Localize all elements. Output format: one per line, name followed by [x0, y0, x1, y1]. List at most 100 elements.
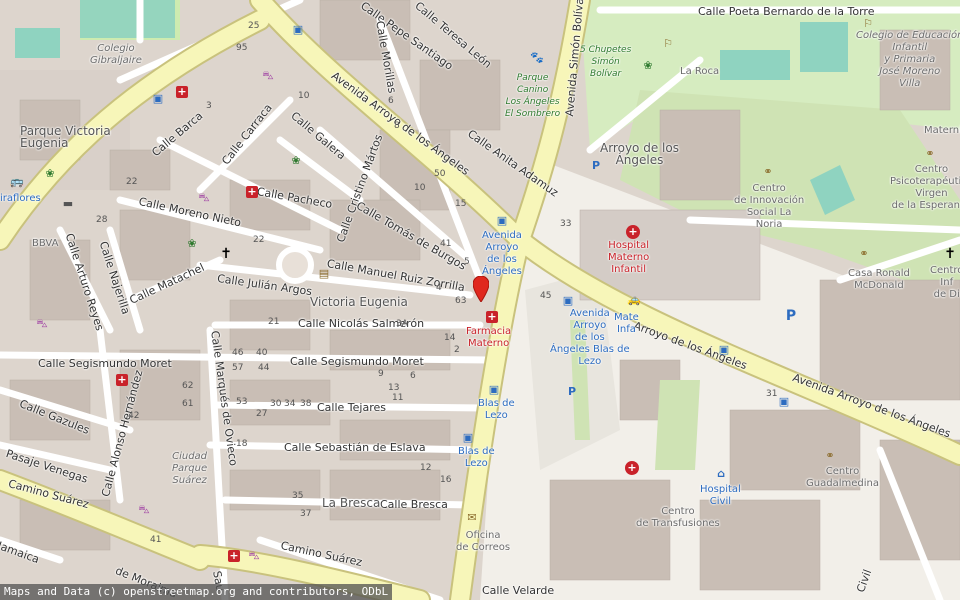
house-number: 18	[236, 439, 248, 449]
house-number: 42	[128, 411, 140, 421]
parking-icon[interactable]: P	[785, 309, 797, 323]
map-attribution[interactable]: Maps and Data (c) openstreetmap.org and …	[0, 584, 393, 600]
tree-icon: ❀	[291, 154, 301, 167]
area-label: Parque Victoria Eugenia	[20, 124, 111, 150]
house-number: 50	[434, 169, 446, 179]
library-icon[interactable]: ▤	[318, 268, 330, 280]
house-number: 2	[454, 345, 460, 355]
tree-icon: ❀	[187, 237, 197, 250]
house-number: 6	[388, 96, 394, 106]
house-number: 35	[292, 491, 304, 501]
area-label: Arroyo de los Ángeles	[600, 141, 679, 167]
street-label: Calle Bresca	[380, 498, 448, 511]
poi-label: Centro Guadalmedina	[806, 466, 879, 489]
community-center-icon[interactable]: ⚭	[762, 166, 774, 178]
street-label: Calle Poeta Bernardo de la Torre	[698, 5, 875, 18]
shop-icon[interactable]: ⛍	[262, 70, 274, 82]
house-number: 31	[766, 389, 778, 399]
poi-label: Centro Psicoterapéutico Virgen de la Esp…	[890, 164, 960, 211]
house-number: 44	[258, 363, 270, 373]
bus-stop-icon[interactable]: ▣	[488, 384, 500, 396]
dog-park-icon[interactable]: 🐾	[530, 52, 544, 64]
location-marker-icon[interactable]	[473, 276, 489, 302]
shop-icon[interactable]: ⛍	[248, 550, 260, 562]
bank-icon[interactable]: ▬	[62, 198, 74, 210]
shop-icon[interactable]: ⛍	[138, 504, 150, 516]
poi-label: Casa Ronald McDonald	[848, 268, 910, 291]
poi-label: 5 Chupetes Simón Bolívar	[580, 45, 632, 79]
school-icon[interactable]: ⚐	[862, 18, 874, 30]
house-number: 62	[182, 381, 194, 391]
poi-label: Ciudad Parque Suárez	[172, 451, 208, 486]
shop-icon[interactable]: ⛍	[198, 192, 210, 204]
social-facility-icon[interactable]: ⚭	[924, 148, 936, 160]
house-number: 15	[455, 199, 467, 209]
hospital-icon[interactable]: +	[625, 461, 639, 475]
bus-stop-icon[interactable]: ▣	[496, 215, 508, 227]
house-number: 3	[206, 101, 212, 111]
pharmacy-icon[interactable]: +	[228, 550, 240, 562]
pharmacy-icon[interactable]: +	[246, 186, 258, 198]
street-label: Calle Tejares	[317, 401, 386, 414]
bus-stop-icon[interactable]: ▣	[562, 295, 574, 307]
map-view[interactable]: Calle Poeta Bernardo de la Torre Calle P…	[0, 0, 960, 600]
house-number: 10	[298, 91, 310, 101]
bus-icon[interactable]: 🚌	[10, 176, 24, 188]
house-number: 37	[300, 509, 312, 519]
street-label: Calle Segismundo Moret	[38, 357, 172, 370]
social-facility-icon[interactable]: ⚭	[824, 450, 836, 462]
house-number: 40	[256, 348, 268, 358]
house-number: 38	[300, 399, 312, 409]
bus-stop-icon[interactable]: ▣	[292, 24, 304, 36]
tree-icon: ❀	[643, 59, 653, 72]
area-label: La Roca	[680, 66, 720, 77]
shop-icon[interactable]: ⛍	[36, 318, 48, 330]
pharmacy-icon[interactable]: +	[116, 374, 128, 386]
house-number: 8	[394, 121, 400, 131]
house-number: 61	[182, 399, 194, 409]
area-label: BBVA	[32, 238, 59, 249]
parking-icon[interactable]: P	[590, 160, 602, 172]
house-number: 95	[236, 43, 248, 53]
poi-label: Centro Inf de Di	[930, 265, 960, 300]
bus-stop-icon[interactable]: ▣	[152, 93, 164, 105]
house-number: 57	[232, 363, 244, 373]
house-number: 4	[436, 283, 442, 293]
post-office-icon[interactable]: ✉	[466, 512, 478, 524]
bus-stop-label: Blas de Lezo	[458, 446, 495, 469]
house-number: 12	[420, 463, 432, 473]
area-label: Victoria Eugenia	[310, 295, 408, 309]
house-number: 25	[248, 21, 260, 31]
tree-icon: ❀	[45, 167, 55, 180]
church-cross-icon[interactable]: ✝	[220, 247, 232, 261]
street-label: Calle Sebastián de Eslava	[284, 441, 426, 454]
taxi-icon[interactable]: 🚕	[627, 294, 641, 306]
house-number: 10	[414, 183, 426, 193]
poi-label: Hospital Materno Infantil	[608, 240, 650, 275]
house-number: 13	[388, 383, 400, 393]
poi-label: Parque Canino Los Ángeles El Sombrero	[505, 73, 561, 119]
bus-stop-icon[interactable]: ▣	[462, 432, 474, 444]
house-number: 22	[253, 235, 265, 245]
hospital-civil-icon[interactable]: ⌂	[715, 468, 727, 480]
pharmacy-icon[interactable]: +	[176, 86, 188, 98]
poi-label: Oficina de Correos	[456, 530, 511, 553]
street-label: Calle Segismundo Moret	[290, 355, 424, 368]
poi-label: Hospital Civil	[700, 484, 741, 507]
bus-stop-icon[interactable]: ▣	[778, 396, 790, 408]
hospital-icon[interactable]: +	[626, 225, 640, 239]
street-label: Calle Velarde	[482, 584, 555, 597]
social-facility-icon[interactable]: ⚭	[858, 248, 870, 260]
poi-label: Centro de Innovación Social La Noria	[734, 183, 805, 230]
pharmacy-icon[interactable]: +	[486, 311, 498, 323]
parking-icon[interactable]: P	[566, 386, 578, 398]
church-cross-icon[interactable]: ✝	[944, 247, 956, 261]
bus-stop-label: Avenida Arroyo de los Ángeles	[482, 230, 522, 277]
house-number: 14	[444, 333, 456, 343]
bus-stop-icon[interactable]: ▣	[718, 344, 730, 356]
school-icon[interactable]: ⚐	[662, 38, 674, 50]
house-number: 3A	[396, 319, 408, 329]
poi-label: Farmacia Materno	[466, 326, 512, 349]
bus-stop-label: Blas de Lezo	[478, 398, 515, 421]
poi-label: Colegio Gibraljaire	[90, 43, 142, 66]
